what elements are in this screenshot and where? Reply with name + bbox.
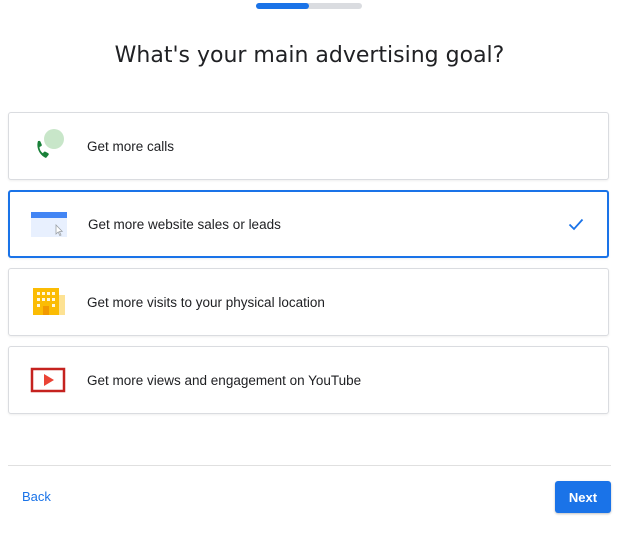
phone-icon: [29, 127, 67, 165]
back-button[interactable]: Back: [12, 484, 61, 508]
goal-option-label: Get more calls: [87, 138, 175, 154]
goal-option-youtube[interactable]: Get more views and engagement on YouTube: [8, 346, 609, 414]
goal-option-label: Get more visits to your physical locatio…: [87, 294, 325, 310]
goal-option-label: Get more website sales or leads: [88, 216, 281, 232]
next-button[interactable]: Next: [555, 481, 611, 513]
progress-fill: [256, 3, 309, 9]
website-icon: [30, 205, 68, 243]
footer-divider: [8, 465, 611, 466]
goal-option-website[interactable]: Get more website sales or leads: [8, 190, 609, 258]
page-title: What's your main advertising goal?: [114, 42, 505, 68]
goal-option-store-visits[interactable]: Get more visits to your physical locatio…: [8, 268, 609, 336]
store-icon: [29, 283, 67, 321]
checkmark-icon: [567, 215, 585, 233]
youtube-icon: [29, 361, 67, 399]
progress-bar: [256, 3, 362, 9]
goal-option-label: Get more views and engagement on YouTube: [87, 372, 362, 388]
goal-option-calls[interactable]: Get more calls: [8, 112, 609, 180]
